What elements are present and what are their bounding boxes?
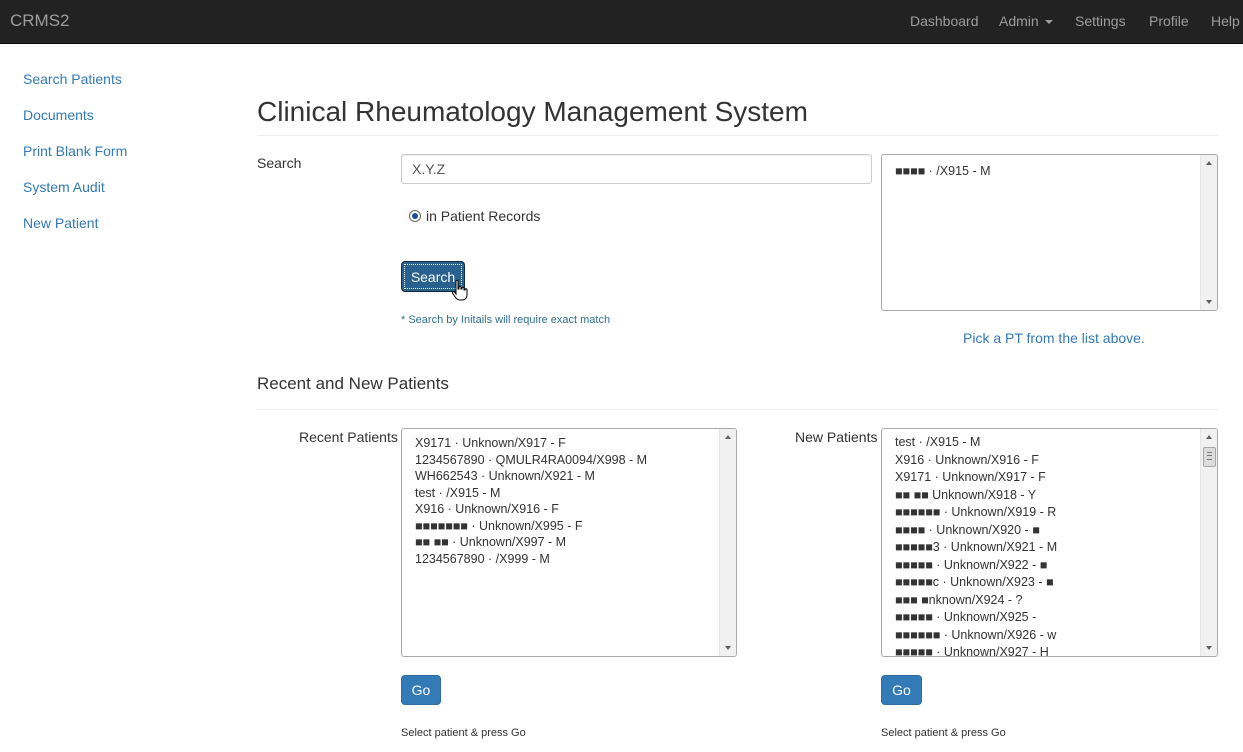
recent-patients-label: Recent Patients bbox=[299, 429, 398, 445]
search-results-list[interactable]: ■■■■ · /X915 - M bbox=[881, 154, 1218, 311]
search-helper-text: * Search by Initails will require exact … bbox=[401, 314, 611, 326]
sidebar-item-documents[interactable]: Documents bbox=[23, 106, 127, 142]
pick-hint: Pick a PT from the list above. bbox=[963, 330, 1145, 346]
sidebar-item-search-patients[interactable]: Search Patients bbox=[23, 70, 127, 106]
new-patients-list[interactable]: test · /X915 - M X916 · Unknown/X916 - F… bbox=[881, 428, 1218, 657]
nav-help[interactable]: Help bbox=[1211, 13, 1240, 29]
list-item[interactable]: ■■■■■■ · Unknown/X919 - R bbox=[895, 504, 1197, 522]
recent-patients-list[interactable]: X9171 · Unknown/X917 - F 1234567890 · QM… bbox=[401, 428, 737, 657]
scroll-down-icon[interactable] bbox=[1206, 300, 1212, 304]
scroll-down-icon[interactable] bbox=[1206, 646, 1212, 650]
recent-patients-items: X9171 · Unknown/X917 - F 1234567890 · QM… bbox=[415, 435, 716, 567]
sidebar-item-new-patient[interactable]: New Patient bbox=[23, 214, 127, 250]
nav-dashboard[interactable]: Dashboard bbox=[910, 13, 979, 29]
list-item[interactable]: ■■■■ · Unknown/X920 - ■ bbox=[895, 522, 1197, 540]
title-divider bbox=[257, 135, 1218, 136]
search-label: Search bbox=[257, 155, 302, 171]
scrollbar[interactable] bbox=[719, 429, 736, 656]
scroll-up-icon[interactable] bbox=[725, 435, 731, 439]
list-item[interactable]: ■■■■■■■ · Unknown/X995 - F bbox=[415, 518, 716, 535]
search-results-items: ■■■■ · /X915 - M bbox=[895, 163, 1197, 180]
list-item[interactable]: WH662543 · Unknown/X921 - M bbox=[415, 468, 716, 485]
radio-selected-icon[interactable] bbox=[409, 210, 421, 222]
nav-settings[interactable]: Settings bbox=[1075, 13, 1126, 29]
list-item[interactable]: ■■■■ · /X915 - M bbox=[895, 163, 1197, 180]
list-item[interactable]: 1234567890 · QMULR4RA0094/X998 - M bbox=[415, 452, 716, 469]
sidebar-item-print-blank-form[interactable]: Print Blank Form bbox=[23, 142, 127, 178]
list-item[interactable]: ■■■■■3 · Unknown/X921 - M bbox=[895, 539, 1197, 557]
list-item[interactable]: test · /X915 - M bbox=[895, 434, 1197, 452]
search-input[interactable] bbox=[401, 154, 872, 184]
list-item[interactable]: test · /X915 - M bbox=[415, 485, 716, 502]
new-patients-label: New Patients bbox=[795, 429, 878, 445]
scroll-up-icon[interactable] bbox=[1206, 161, 1212, 165]
scrollbar[interactable] bbox=[1200, 155, 1217, 310]
top-navbar: CRMS2 Dashboard Admin Settings Profile H… bbox=[0, 0, 1243, 44]
list-item[interactable]: ■■■■■ · Unknown/X922 - ■ bbox=[895, 557, 1197, 575]
list-item[interactable]: X916 · Unknown/X916 - F bbox=[415, 501, 716, 518]
list-item[interactable]: 1234567890 · /X999 - M bbox=[415, 551, 716, 568]
scroll-thumb[interactable] bbox=[1203, 447, 1216, 467]
scroll-up-icon[interactable] bbox=[1206, 435, 1212, 439]
recent-helper-text: Select patient & press Go bbox=[401, 727, 526, 739]
list-item[interactable]: X916 · Unknown/X916 - F bbox=[895, 452, 1197, 470]
list-item[interactable]: X9171 · Unknown/X917 - F bbox=[895, 469, 1197, 487]
list-item[interactable]: ■■ ■■ · Unknown/X997 - M bbox=[415, 534, 716, 551]
list-item[interactable]: ■■■■■c · Unknown/X923 - ■ bbox=[895, 574, 1197, 592]
recent-go-button[interactable]: Go bbox=[401, 675, 441, 705]
sidebar-item-system-audit[interactable]: System Audit bbox=[23, 178, 127, 214]
chevron-down-icon bbox=[1044, 20, 1053, 25]
list-item[interactable]: ■■ ■■ Unknown/X918 - Y bbox=[895, 487, 1197, 505]
nav-profile[interactable]: Profile bbox=[1149, 13, 1189, 29]
section-title: Recent and New Patients bbox=[257, 374, 449, 393]
new-go-button[interactable]: Go bbox=[881, 675, 922, 705]
nav-admin-label: Admin bbox=[999, 13, 1039, 29]
new-helper-text: Select patient & press Go bbox=[881, 727, 1006, 739]
radio-label: in Patient Records bbox=[426, 208, 541, 224]
sidebar: Search Patients Documents Print Blank Fo… bbox=[23, 70, 127, 250]
scrollbar[interactable] bbox=[1200, 429, 1217, 656]
nav-admin[interactable]: Admin bbox=[999, 13, 1053, 29]
new-patients-items: test · /X915 - M X916 · Unknown/X916 - F… bbox=[895, 434, 1197, 656]
list-item[interactable]: ■■■■■ · Unknown/X925 - bbox=[895, 609, 1197, 627]
brand-logo[interactable]: CRMS2 bbox=[10, 11, 70, 31]
hand-cursor-icon bbox=[451, 279, 468, 301]
list-item[interactable]: ■■■ ■nknown/X924 - ? bbox=[895, 592, 1197, 610]
section-divider bbox=[257, 409, 1218, 410]
scroll-down-icon[interactable] bbox=[725, 646, 731, 650]
page-title: Clinical Rheumatology Management System bbox=[257, 96, 808, 127]
list-item[interactable]: ■■■■■ · Unknown/X927 - H bbox=[895, 644, 1197, 656]
radio-patient-records[interactable]: in Patient Records bbox=[409, 208, 540, 224]
list-item[interactable]: X9171 · Unknown/X917 - F bbox=[415, 435, 716, 452]
list-item[interactable]: ■■■■■■ · Unknown/X926 - w bbox=[895, 627, 1197, 645]
